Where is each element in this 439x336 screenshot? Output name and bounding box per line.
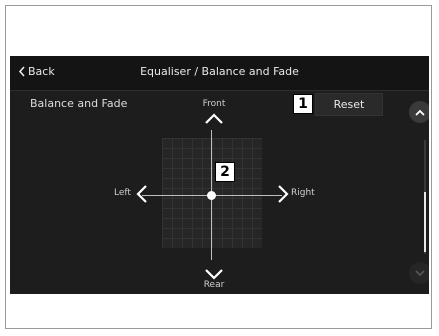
front-label: Front: [202, 99, 226, 109]
reset-button[interactable]: Reset: [315, 93, 383, 116]
chevron-down-icon: [205, 269, 223, 280]
chevron-left-icon: [136, 185, 147, 203]
scroll-up-button[interactable]: [409, 101, 429, 123]
infotainment-screen: Back Equaliser / Balance and Fade Balanc…: [10, 56, 429, 294]
section-label: Balance and Fade: [30, 97, 128, 110]
rear-label: Rear: [203, 280, 225, 290]
chevron-right-icon: [278, 185, 289, 203]
balance-fade-grid[interactable]: [142, 130, 282, 260]
callout-1: 1: [293, 94, 313, 114]
left-label: Left: [114, 188, 131, 198]
left-arrow-button[interactable]: [135, 183, 149, 205]
rear-arrow-button[interactable]: [203, 267, 225, 281]
chevron-up-icon: [415, 109, 425, 116]
balance-fade-position-handle[interactable]: [207, 191, 216, 200]
chevron-down-icon: [415, 269, 425, 276]
chevron-up-icon: [205, 113, 223, 124]
front-arrow-button[interactable]: [203, 112, 225, 126]
scroll-down-button[interactable]: [409, 262, 429, 284]
header-bar: Back Equaliser / Balance and Fade: [10, 56, 429, 91]
right-label: Right: [291, 188, 315, 198]
scrollbar-thumb[interactable]: [424, 192, 426, 252]
right-arrow-button[interactable]: [276, 183, 290, 205]
scrollbar[interactable]: [424, 140, 426, 254]
callout-2: 2: [215, 162, 235, 182]
page-title: Equaliser / Balance and Fade: [140, 65, 299, 78]
